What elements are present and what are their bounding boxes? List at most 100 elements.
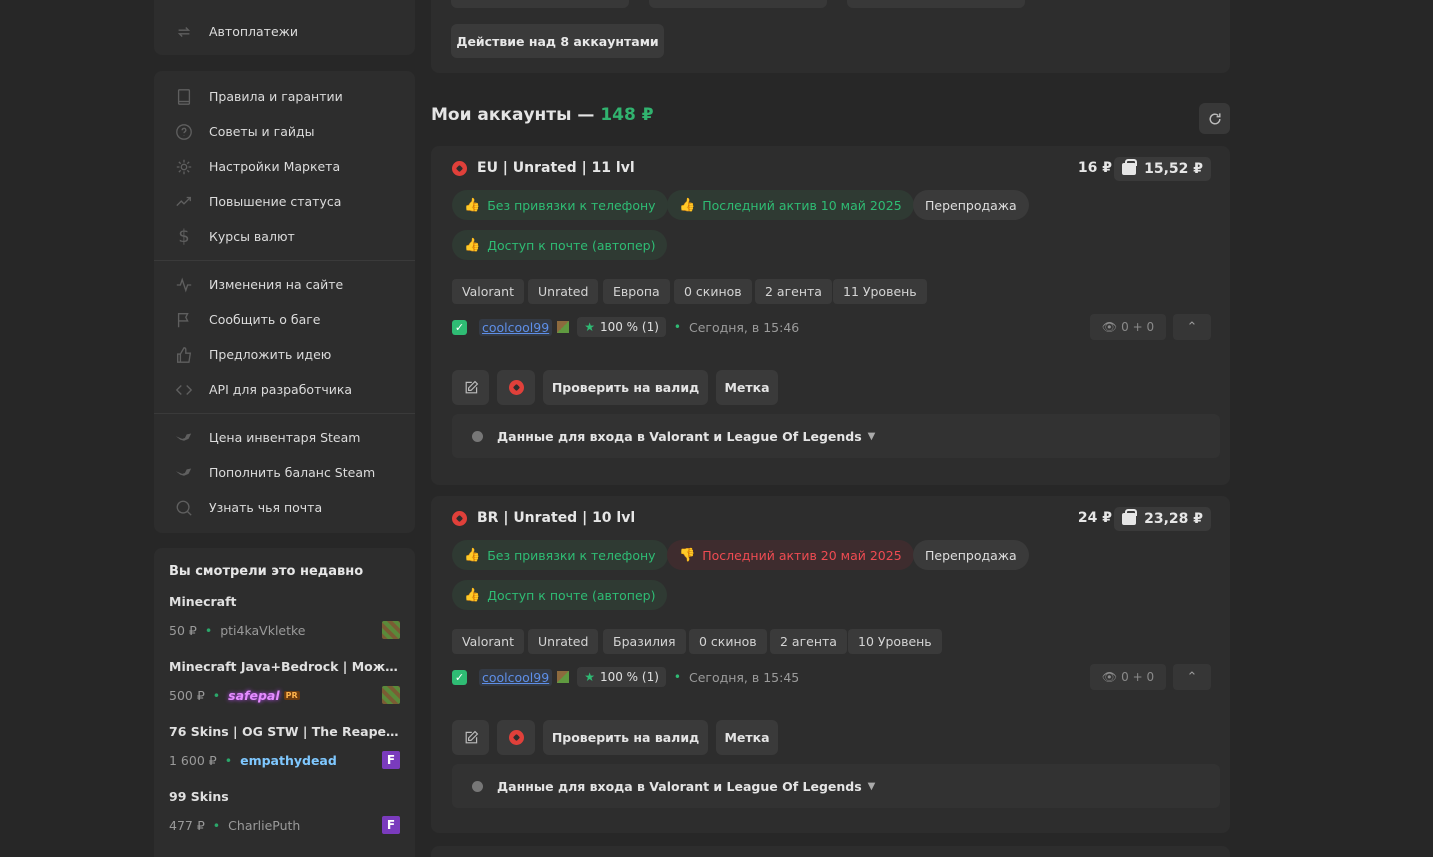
edit-button[interactable] — [452, 720, 489, 755]
sidebar-item-api[interactable]: API для разработчика — [154, 372, 415, 407]
eye-icon: 👁 — [1101, 320, 1118, 334]
refresh-button[interactable] — [1199, 103, 1230, 134]
seller-badge: PR — [283, 690, 300, 700]
check-valid-button[interactable]: Проверить на валид — [543, 370, 708, 405]
divider — [154, 260, 415, 261]
sidebar-item-tips[interactable]: Советы и гайды — [154, 114, 415, 149]
recent-item-title[interactable]: 76 Skins | OG STW | The Reaper | E... — [169, 718, 401, 745]
chevrons-up-icon: ⌃ — [1186, 669, 1198, 685]
published-time: Сегодня, в 15:45 — [688, 669, 800, 685]
seller-rating-value: 100 % (1) — [599, 320, 659, 334]
bulk-action-button[interactable]: Действие над 8 аккаунтами — [451, 24, 664, 58]
sidebar-item-settings[interactable]: Настройки Маркета — [154, 149, 415, 184]
badge-label: Без привязки к телефону — [487, 547, 656, 563]
tag: 0 скинов — [674, 279, 752, 304]
tag: 2 агента — [755, 279, 832, 304]
badge-label: Последний актив 20 май 2025 — [702, 547, 902, 563]
recent-item-seller[interactable]: empathydead — [240, 753, 337, 768]
account-title[interactable]: BR | Unrated | 10 lvl — [452, 510, 635, 526]
select-checkbox[interactable]: ✓ — [452, 669, 467, 685]
book-icon — [174, 87, 194, 107]
separator-dot: • — [212, 687, 221, 703]
seller-rating: ★ 100 % (1) — [577, 317, 666, 337]
account-card[interactable] — [431, 846, 1230, 857]
check-valid-button[interactable]: Проверить на валид — [543, 720, 708, 755]
top-button-stub[interactable] — [451, 0, 629, 8]
sidebar-item-whose-mail[interactable]: Узнать чья почта — [154, 490, 415, 525]
sidebar-item-status[interactable]: Повышение статуса — [154, 184, 415, 219]
recent-item[interactable]: 99 Skins 477 ₽ • CharliePuth F — [154, 783, 415, 840]
account-price: 16 ₽ — [1077, 160, 1112, 176]
sidebar-item-label: Узнать чья почта — [209, 500, 323, 515]
chevrons-up-icon: ⌃ — [1186, 319, 1198, 335]
info-icon — [472, 430, 483, 442]
sidebar-item-idea[interactable]: Предложить идею — [154, 337, 415, 372]
sidebar-item-changes[interactable]: Изменения на сайте — [154, 267, 415, 302]
separator-dot: • — [204, 622, 213, 638]
badge-label: Последний актив 10 май 2025 — [702, 197, 902, 213]
seller-username[interactable]: coolcool99 — [479, 668, 553, 686]
valorant-icon — [508, 730, 524, 745]
recent-item-title[interactable]: Minecraft — [169, 588, 401, 615]
thumbs-down-icon: 👎 — [679, 547, 696, 563]
question-icon — [174, 122, 194, 142]
sidebar-item-bug[interactable]: Сообщить о баге — [154, 302, 415, 337]
bump-button[interactable]: ⌃ — [1173, 664, 1211, 690]
badge-label: Перепродажа — [925, 197, 1017, 213]
eye-icon: 👁 — [1101, 670, 1118, 684]
badge-mail-access: 👍 Доступ к почте (автопер) — [452, 580, 668, 610]
separator-dot: • — [673, 670, 681, 684]
seller-username[interactable]: coolcool99 — [479, 318, 553, 336]
sidebar-item-rules[interactable]: Правила и гарантии — [154, 79, 415, 114]
valorant-icon — [452, 160, 467, 176]
seller-row: ✓ coolcool99 ★ 100 % (1) • Сегодня, в 15:… — [452, 667, 799, 687]
account-title[interactable]: EU | Unrated | 11 lvl — [452, 160, 635, 176]
account-card[interactable]: EU | Unrated | 11 lvl 16 ₽ 15,52 ₽ 👍 Без … — [431, 146, 1230, 485]
sidebar-item-label: Предложить идею — [209, 347, 332, 362]
badge-label: Без привязки к телефону — [487, 197, 656, 213]
recent-item-title[interactable]: Minecraft Java+Bedrock | Можно с... — [169, 653, 401, 680]
account-title-text: EU | Unrated | 11 lvl — [477, 160, 635, 176]
sidebar-item-steam-balance[interactable]: Пополнить баланс Steam — [154, 455, 415, 490]
views-value: 0 + 0 — [1121, 320, 1155, 334]
recent-item[interactable]: Minecraft 50 ₽ • pti4kaVkletke — [154, 588, 415, 645]
recent-item[interactable]: 76 Skins | OG STW | The Reaper | E... 1 … — [154, 718, 415, 775]
top-button-stub[interactable] — [847, 0, 1025, 8]
tag: Бразилия — [603, 629, 686, 654]
bump-button[interactable]: ⌃ — [1173, 314, 1211, 340]
edit-button[interactable] — [452, 370, 489, 405]
edit-icon — [463, 380, 479, 396]
tag: 0 скинов — [689, 629, 767, 654]
account-card[interactable]: BR | Unrated | 10 lvl 24 ₽ 23,28 ₽ 👍 Без … — [431, 496, 1230, 833]
thumbs-up-icon: 👍 — [464, 587, 481, 603]
recent-item-seller[interactable]: pti4kaVkletke — [220, 623, 305, 638]
login-data-toggle[interactable]: Данные для входа в Valorant и League Of … — [452, 764, 1220, 808]
mark-button[interactable]: Метка — [716, 720, 778, 755]
top-button-stub[interactable] — [649, 0, 827, 8]
account-payout-value: 23,28 ₽ — [1144, 511, 1203, 527]
valorant-button[interactable] — [497, 370, 535, 405]
sidebar-item-currency[interactable]: $ Курсы валют — [154, 219, 415, 254]
search-icon — [174, 498, 194, 518]
edit-icon — [463, 730, 479, 746]
recent-item[interactable]: Minecraft Java+Bedrock | Можно с... 500 … — [154, 653, 415, 710]
thumbs-up-icon: 👍 — [464, 547, 481, 563]
login-data-toggle[interactable]: Данные для входа в Valorant и League Of … — [452, 414, 1220, 458]
mark-button[interactable]: Метка — [716, 370, 778, 405]
recent-item-seller[interactable]: safepal — [228, 688, 279, 703]
valorant-button[interactable] — [497, 720, 535, 755]
recently-viewed-panel: Вы смотрели это недавно Minecraft 50 ₽ •… — [154, 548, 415, 857]
code-icon — [174, 380, 194, 400]
gear-icon — [174, 157, 194, 177]
sidebar-links-panel: Правила и гарантии Советы и гайды Настро… — [154, 71, 415, 533]
wallet-icon — [1122, 159, 1138, 175]
sidebar-top-panel: Автоплатежи — [154, 0, 415, 55]
sidebar-item-autopay[interactable]: Автоплатежи — [154, 14, 298, 49]
sidebar-item-label: Пополнить баланс Steam — [209, 465, 376, 480]
recent-item-seller[interactable]: CharliePuth — [228, 818, 300, 833]
badge-last-active: 👎 Последний актив 20 май 2025 — [667, 540, 914, 570]
select-checkbox[interactable]: ✓ — [452, 319, 467, 335]
sidebar-item-steam-inventory[interactable]: Цена инвентаря Steam — [154, 420, 415, 455]
info-icon — [472, 780, 483, 792]
recent-item-title[interactable]: 99 Skins — [169, 783, 401, 810]
